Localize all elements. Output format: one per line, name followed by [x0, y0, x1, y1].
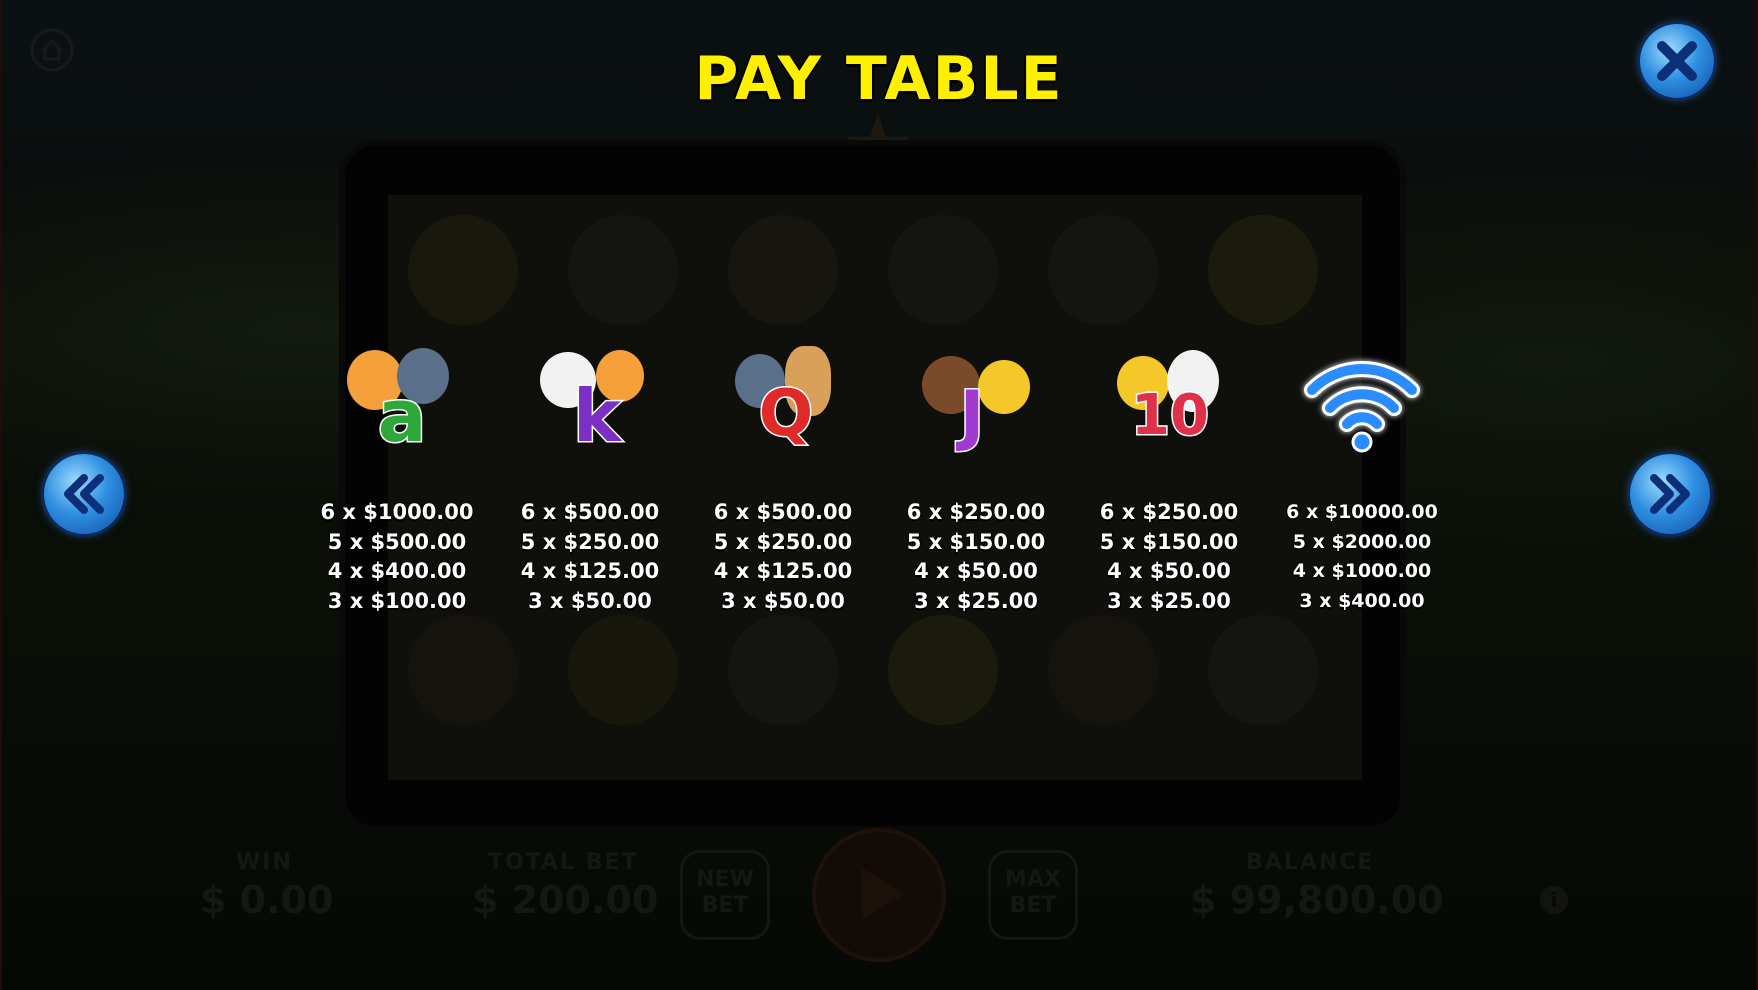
pay-line: 3 x $25.00	[1107, 588, 1231, 613]
pay-line: 4 x $50.00	[914, 559, 1038, 583]
close-icon	[1657, 41, 1697, 81]
pay-line: 5 x $2000.00	[1292, 530, 1432, 553]
pay-line: 4 x $50.00	[1107, 559, 1231, 583]
double-chevron-right-icon	[1650, 474, 1690, 514]
pay-line: 3 x $400.00	[1299, 589, 1425, 612]
symbol-wifi: 6 x $10000.00 5 x $2000.00 4 x $1000.00 …	[1272, 340, 1452, 616]
pay-line: 6 x $500.00	[520, 500, 660, 524]
pay-line: 3 x $25.00	[914, 588, 1038, 613]
pay-line: 3 x $100.00	[327, 588, 467, 613]
close-button[interactable]	[1640, 24, 1714, 98]
pay-line: 4 x $400.00	[327, 559, 467, 583]
pay-line: 5 x $250.00	[713, 529, 853, 554]
pay-line: 4 x $125.00	[713, 559, 853, 583]
symbol-k-icon: k	[500, 340, 680, 460]
symbol-a-icon: a	[307, 340, 487, 460]
pay-line: 6 x $10000.00	[1286, 501, 1438, 523]
pay-line: 5 x $250.00	[520, 529, 660, 554]
pay-line: 6 x $500.00	[713, 500, 853, 524]
pay-line: 6 x $250.00	[906, 500, 1046, 524]
symbol-q: Q 6 x $500.00 5 x $250.00 4 x $125.00 3 …	[693, 340, 873, 616]
symbol-j-icon: J	[886, 340, 1066, 460]
pay-line: 4 x $125.00	[520, 559, 660, 583]
pay-line: 6 x $250.00	[1099, 500, 1239, 524]
symbol-10-icon: 10	[1079, 340, 1259, 460]
pay-line: 3 x $50.00	[528, 588, 652, 613]
pay-line: 4 x $1000.00	[1292, 560, 1432, 582]
pay-line: 6 x $1000.00	[320, 500, 474, 524]
symbol-a: a 6 x $1000.00 5 x $500.00 4 x $400.00 3…	[307, 340, 487, 616]
pay-line: 3 x $50.00	[721, 588, 845, 613]
double-chevron-left-icon	[64, 474, 104, 514]
symbol-k: k 6 x $500.00 5 x $250.00 4 x $125.00 3 …	[500, 340, 680, 616]
pay-line: 5 x $500.00	[327, 529, 467, 554]
next-page-button[interactable]	[1630, 454, 1710, 534]
symbol-q-icon: Q	[693, 340, 873, 460]
prev-page-button[interactable]	[44, 454, 124, 534]
pay-line: 5 x $150.00	[906, 529, 1046, 554]
paytable-title: PAY TABLE	[694, 44, 1064, 114]
symbol-10: 10 6 x $250.00 5 x $150.00 4 x $50.00 3 …	[1079, 340, 1259, 616]
paytable-overlay	[0, 0, 1758, 990]
pay-line: 5 x $150.00	[1099, 529, 1239, 554]
wifi-icon	[1272, 340, 1452, 460]
symbol-j: J 6 x $250.00 5 x $150.00 4 x $50.00 3 x…	[886, 340, 1066, 616]
